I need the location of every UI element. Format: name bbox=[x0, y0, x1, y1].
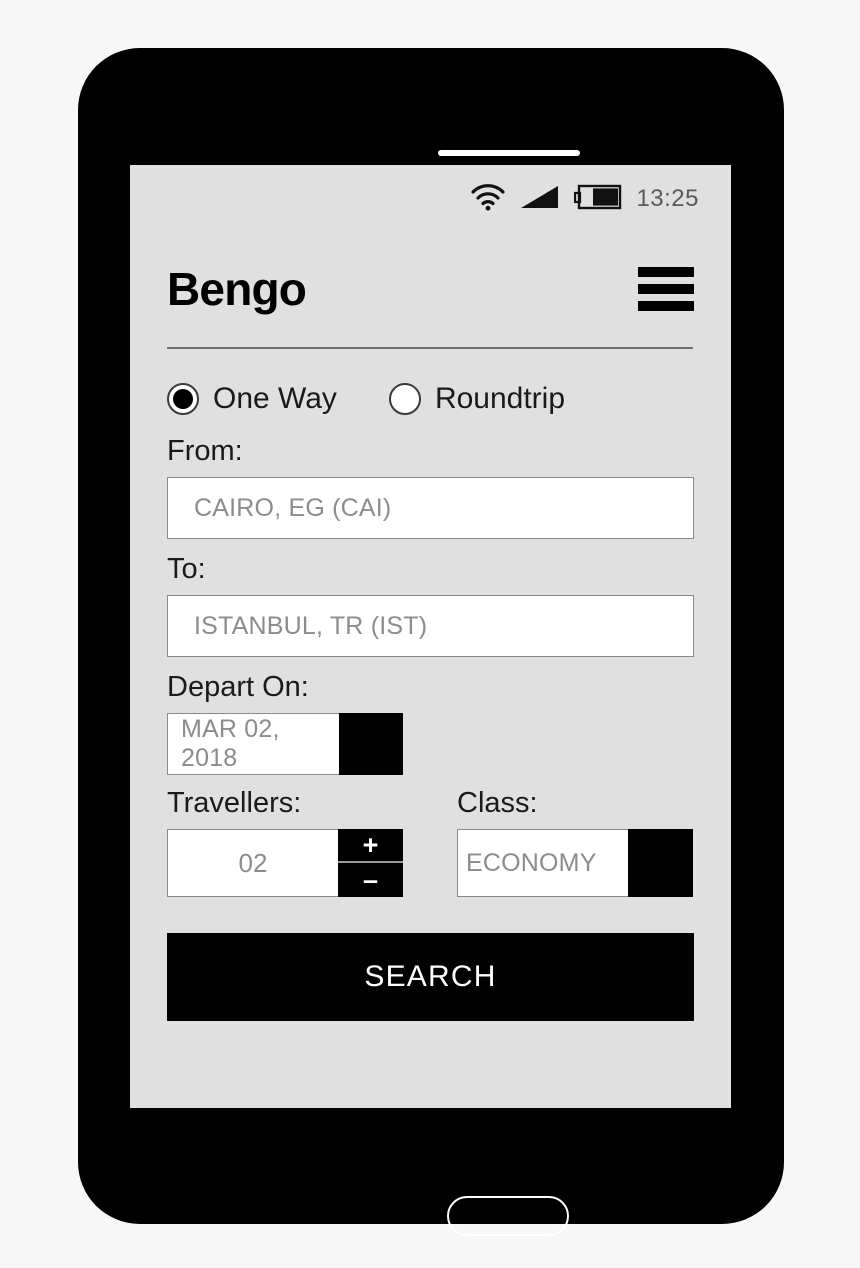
travellers-label: Travellers: bbox=[167, 787, 302, 819]
travellers-class-row: Travellers: 02 + – Class: ECONOMY bbox=[167, 789, 694, 897]
calendar-picker-button[interactable] bbox=[339, 713, 403, 775]
app-header: Bengo bbox=[167, 253, 694, 325]
to-input[interactable]: ISTANBUL, TR (IST) bbox=[167, 595, 694, 657]
to-input-value: ISTANBUL, TR (IST) bbox=[194, 611, 428, 640]
travellers-count-value: 02 bbox=[238, 847, 268, 878]
depart-date-value: MAR 02, 2018 bbox=[181, 715, 280, 772]
travellers-input[interactable]: 02 bbox=[167, 829, 338, 897]
depart-on-label: Depart On: bbox=[167, 671, 309, 703]
class-select: ECONOMY bbox=[457, 829, 693, 897]
radio-option-roundtrip[interactable]: Roundtrip bbox=[388, 382, 566, 415]
to-label: To: bbox=[167, 553, 206, 585]
speaker-grille-icon bbox=[438, 150, 580, 156]
travellers-stepper: 02 + – bbox=[167, 829, 403, 897]
hamburger-bar bbox=[638, 301, 694, 311]
status-bar-clock: 13:25 bbox=[636, 185, 699, 212]
class-column: Class: ECONOMY bbox=[457, 789, 694, 897]
radio-label-one-way: One Way bbox=[213, 382, 337, 415]
depart-date-field: MAR 02, 2018 bbox=[167, 713, 403, 775]
hamburger-bar bbox=[638, 267, 694, 277]
class-label: Class: bbox=[457, 787, 538, 819]
radio-button-roundtrip-icon[interactable] bbox=[388, 383, 421, 415]
hamburger-menu-icon[interactable] bbox=[638, 267, 694, 311]
phone-screen: 13:25 Bengo One Way Roundtrip From: CAIR… bbox=[130, 165, 731, 1108]
travellers-increment-button[interactable]: + bbox=[338, 829, 403, 863]
hamburger-bar bbox=[638, 284, 694, 294]
class-input[interactable]: ECONOMY bbox=[457, 829, 628, 897]
status-bar: 13:25 bbox=[130, 165, 731, 233]
class-value: ECONOMY bbox=[466, 848, 597, 877]
flight-search-form: One Way Roundtrip From: CAIRO, EG (CAI) … bbox=[167, 373, 694, 1021]
depart-date-input[interactable]: MAR 02, 2018 bbox=[167, 713, 340, 775]
from-input-value: CAIRO, EG (CAI) bbox=[194, 493, 392, 522]
screenshot-stage: 13:25 Bengo One Way Roundtrip From: CAIR… bbox=[0, 0, 860, 1268]
travellers-column: Travellers: 02 + – bbox=[167, 789, 457, 897]
from-input[interactable]: CAIRO, EG (CAI) bbox=[167, 477, 694, 539]
cellular-signal-icon bbox=[520, 184, 560, 215]
from-label: From: bbox=[167, 435, 243, 467]
travellers-stepper-buttons: + – bbox=[338, 829, 403, 897]
app-logo: Bengo bbox=[167, 263, 307, 315]
radio-label-roundtrip: Roundtrip bbox=[434, 382, 566, 415]
radio-option-one-way[interactable]: One Way bbox=[167, 383, 337, 415]
trip-type-radio-group: One Way Roundtrip bbox=[167, 373, 694, 425]
radio-button-one-way-icon[interactable] bbox=[167, 383, 199, 415]
travellers-decrement-button[interactable]: – bbox=[338, 863, 403, 897]
battery-icon bbox=[574, 184, 622, 215]
home-button[interactable] bbox=[447, 1196, 569, 1236]
radio-dot bbox=[173, 389, 193, 409]
class-dropdown-button[interactable] bbox=[628, 829, 693, 897]
header-divider bbox=[167, 347, 693, 349]
search-button[interactable]: SEARCH bbox=[167, 933, 694, 1021]
wifi-icon bbox=[470, 183, 506, 216]
